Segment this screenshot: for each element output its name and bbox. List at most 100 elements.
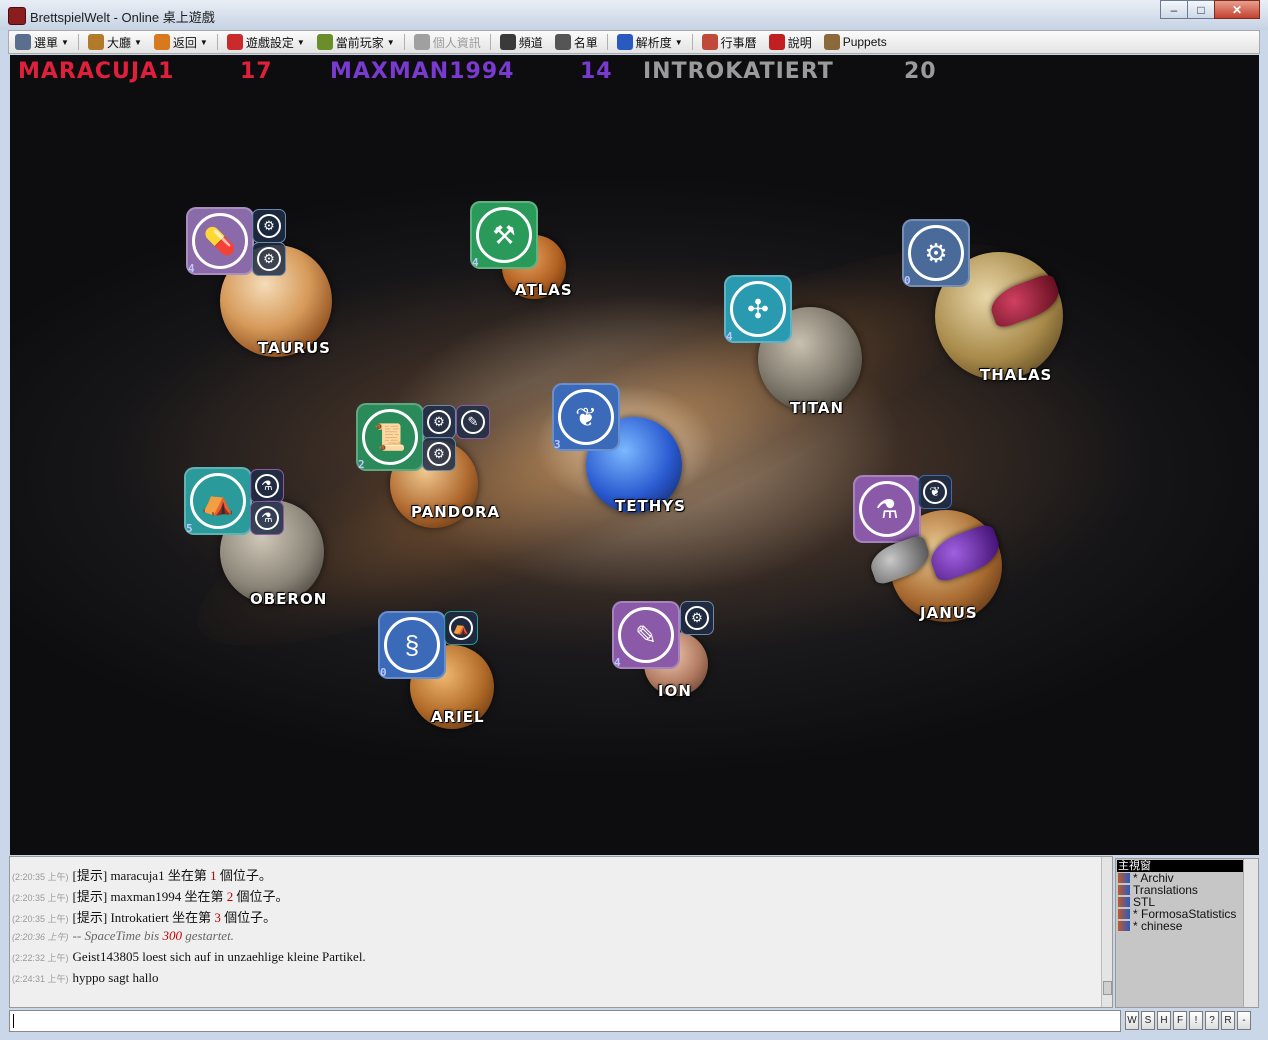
toolbar-help-button[interactable]: 說明 bbox=[763, 31, 818, 53]
puppet-icon bbox=[823, 34, 840, 50]
technology-tile[interactable]: ✎ 4 bbox=[612, 601, 680, 669]
resource-token[interactable]: ⚙ bbox=[680, 601, 714, 635]
syringe-icon: ✎ bbox=[635, 619, 657, 650]
technology-tile[interactable]: 💊 4 bbox=[186, 207, 254, 275]
chat-button-2[interactable]: H bbox=[1157, 1011, 1171, 1030]
channel-icon bbox=[1118, 897, 1130, 907]
channel-icon bbox=[499, 34, 516, 50]
title-bar[interactable]: BrettspielWelt - Online 桌上遊戲 – □ ✕ bbox=[0, 0, 1268, 30]
channel-scrollbar[interactable] bbox=[1243, 859, 1258, 1007]
toolbar-back-button[interactable]: 返回 ▼ bbox=[148, 31, 214, 53]
chat-button-6[interactable]: R bbox=[1221, 1011, 1235, 1030]
resource-token[interactable]: ⚗ bbox=[250, 501, 284, 535]
resource-token[interactable]: ⛺ bbox=[444, 611, 478, 645]
help-icon bbox=[768, 34, 785, 50]
monitor-icon bbox=[616, 34, 633, 50]
channel-item[interactable]: Translations bbox=[1118, 884, 1198, 896]
planet-name: PANDORA bbox=[411, 503, 501, 521]
technology-tile[interactable]: ❦ 3 bbox=[552, 383, 620, 451]
sofa-icon: ⛺ bbox=[201, 485, 235, 516]
maximize-button[interactable]: □ bbox=[1187, 0, 1215, 19]
chat-button-4[interactable]: ! bbox=[1189, 1011, 1203, 1030]
message-text: 個位子。 bbox=[216, 868, 272, 883]
toolbar-label: 遊戲設定 bbox=[245, 35, 294, 50]
resource-token[interactable]: ❦ bbox=[918, 475, 952, 509]
toolbar-current-players-button[interactable]: 當前玩家 ▼ bbox=[311, 31, 401, 53]
chat-scrollbar[interactable] bbox=[1101, 857, 1112, 1007]
channel-list[interactable]: 主視窗 * Archiv Translations STL * FormosaStat… bbox=[1115, 858, 1259, 1008]
resource-token[interactable]: ✎ bbox=[456, 405, 490, 439]
chat-button-5[interactable]: ? bbox=[1205, 1011, 1219, 1030]
chat-log[interactable]: (2:20:35 上午) [提示] maracuja1 坐在第 1 個位子。 (2:… bbox=[9, 856, 1113, 1008]
resource-token[interactable]: ⚙ bbox=[422, 405, 456, 439]
toolbar-label: 名單 bbox=[573, 35, 598, 50]
syringe-icon: ✎ bbox=[467, 414, 479, 429]
tile-ring: ⚗ bbox=[859, 481, 915, 537]
token-ring: ⚙ bbox=[427, 410, 451, 434]
chat-button-7[interactable]: - bbox=[1237, 1011, 1251, 1030]
technology-tile[interactable]: ⚗ bbox=[853, 475, 921, 543]
planet-name: TAURUS bbox=[258, 339, 331, 357]
toolbar-separator bbox=[216, 34, 218, 50]
toolbar-lobby-button[interactable]: 大廳 ▼ bbox=[82, 31, 148, 53]
toolbar-roster-button[interactable]: 名單 bbox=[549, 31, 604, 53]
chat-message: (2:24:31 上午) hyppo sagt hallo bbox=[12, 970, 158, 986]
chat-button-0[interactable]: W bbox=[1125, 1011, 1139, 1030]
chat-scroll-thumb[interactable] bbox=[1103, 981, 1112, 995]
message-text: gestartet. bbox=[181, 928, 234, 943]
minimize-button[interactable]: – bbox=[1160, 0, 1188, 19]
toolbar-channel-button[interactable]: 頻道 bbox=[494, 31, 549, 53]
lobby-icon bbox=[87, 34, 104, 50]
tools-icon: ⚒ bbox=[492, 219, 516, 250]
resource-token[interactable]: ⚙ bbox=[252, 209, 286, 243]
technology-tile[interactable]: ⛺ 5 bbox=[184, 467, 252, 535]
player-name: MARACUJA1 bbox=[18, 59, 175, 84]
technology-tile[interactable]: ⚒ 4 bbox=[470, 201, 538, 269]
toolbar-puppets-button[interactable]: Puppets bbox=[818, 31, 893, 53]
message-timestamp: (2:20:35 上午) bbox=[12, 872, 69, 882]
technology-tile[interactable]: ⚙ 0 bbox=[902, 219, 970, 287]
gear-icon: ⚙ bbox=[433, 446, 445, 461]
game-board[interactable]: MARACUJA1 17 MAXMAN1994 14 INTROKATIERT 20 TA… bbox=[10, 55, 1259, 855]
token-ring: ✎ bbox=[461, 410, 485, 434]
message-text: [提示] maxman1994 坐在第 bbox=[72, 889, 227, 904]
tile-count: 0 bbox=[904, 274, 911, 287]
token-ring: ❦ bbox=[923, 480, 947, 504]
message-number: 300 bbox=[162, 928, 182, 943]
tile-ring: ⛺ bbox=[190, 473, 246, 529]
gear-icon: ⚙ bbox=[924, 237, 948, 268]
toolbar-game-settings-button[interactable]: 遊戲設定 ▼ bbox=[221, 31, 311, 53]
chat-button-1[interactable]: S bbox=[1141, 1011, 1155, 1030]
technology-tile[interactable]: § 0 bbox=[378, 611, 446, 679]
toolbar-personal-info-button[interactable]: 個人資訊 bbox=[408, 31, 487, 53]
resource-token[interactable]: ⚙ bbox=[422, 437, 456, 471]
gear-icon: ⚙ bbox=[263, 251, 275, 266]
toolbar-calendar-button[interactable]: 行事曆 bbox=[696, 31, 763, 53]
chevron-down-icon: ▼ bbox=[674, 37, 683, 47]
roster-icon bbox=[554, 34, 571, 50]
resource-token[interactable]: ⚗ bbox=[250, 469, 284, 503]
tile-ring: ⚒ bbox=[476, 207, 532, 263]
players-icon bbox=[316, 34, 333, 50]
flask-icon: ⚗ bbox=[875, 493, 899, 524]
token-ring: ⚙ bbox=[257, 214, 281, 238]
channel-item[interactable]: * chinese bbox=[1118, 920, 1182, 932]
player-score: 20 bbox=[904, 59, 937, 84]
back-icon bbox=[153, 34, 170, 50]
tile-count: 4 bbox=[614, 656, 621, 669]
toolbar-separator bbox=[403, 34, 405, 50]
technology-tile[interactable]: 📜 2 bbox=[356, 403, 424, 471]
chat-input[interactable] bbox=[9, 1010, 1121, 1032]
token-ring: ⛺ bbox=[449, 616, 473, 640]
flask-icon: ⚗ bbox=[261, 478, 273, 493]
close-button[interactable]: ✕ bbox=[1214, 0, 1260, 19]
chevron-down-icon: ▼ bbox=[133, 37, 142, 47]
chat-button-3[interactable]: F bbox=[1173, 1011, 1187, 1030]
message-timestamp: (2:20:35 上午) bbox=[12, 914, 69, 924]
flask-icon: ⚗ bbox=[261, 510, 273, 525]
toolbar-menu-button[interactable]: 選單 ▼ bbox=[9, 31, 75, 53]
resource-token[interactable]: ⚙ bbox=[252, 242, 286, 276]
toolbar-label: 說明 bbox=[787, 35, 812, 50]
toolbar-resolution-button[interactable]: 解析度 ▼ bbox=[611, 31, 689, 53]
technology-tile[interactable]: ✣ 4 bbox=[724, 275, 792, 343]
